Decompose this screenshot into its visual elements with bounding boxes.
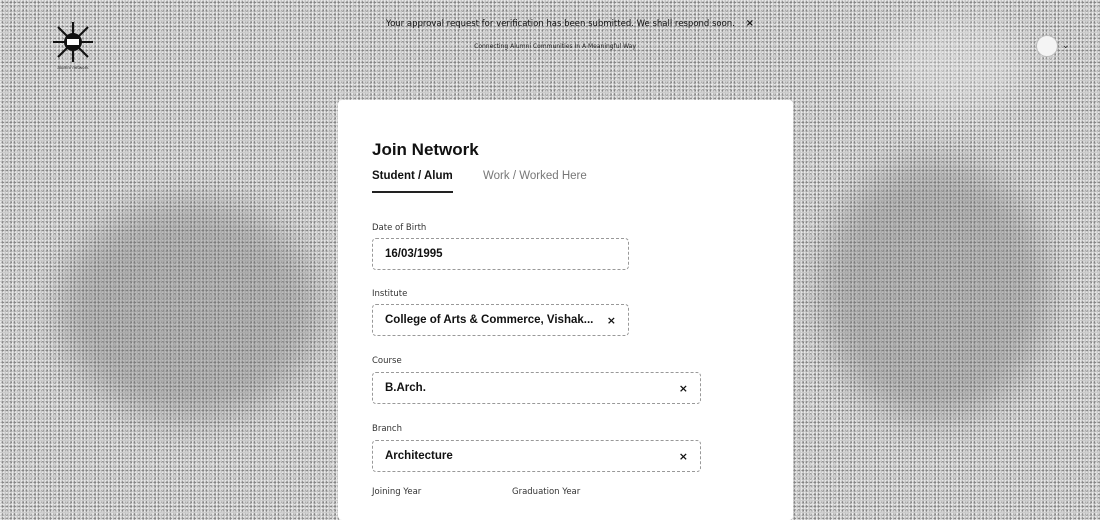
clear-branch-icon[interactable]: × <box>679 450 688 463</box>
course-label: Course <box>372 356 402 366</box>
starburst-logo-icon <box>53 22 93 62</box>
joining-year-label: Joining Year <box>372 487 422 497</box>
clear-institute-icon[interactable]: × <box>607 314 616 327</box>
banner-message: Your approval request for verification h… <box>386 19 735 29</box>
form-title: Join Network <box>372 140 479 159</box>
dob-field[interactable]: 16/03/1995 <box>372 238 629 270</box>
institute-field[interactable]: College of Arts & Commerce, Vishak... × <box>372 304 629 336</box>
chevron-down-icon: ⌄ <box>1062 41 1070 51</box>
join-network-card: Join Network Student / Alum Work / Worke… <box>338 100 793 520</box>
background-shade <box>820 160 1050 420</box>
course-field[interactable]: B.Arch. × <box>372 372 701 404</box>
site-logo[interactable]: alumni network <box>44 20 102 78</box>
branch-value: Architecture <box>385 450 453 462</box>
avatar <box>1036 35 1058 57</box>
background-shade <box>60 200 320 420</box>
course-value: B.Arch. <box>385 382 426 394</box>
dob-label: Date of Birth <box>372 223 427 233</box>
background-shade <box>880 20 1030 110</box>
tab-work-worked-here[interactable]: Work / Worked Here <box>483 170 587 182</box>
branch-label: Branch <box>372 424 402 434</box>
institute-label: Institute <box>372 289 408 299</box>
institute-value: College of Arts & Commerce, Vishak... <box>385 314 594 326</box>
graduation-year-label: Graduation Year <box>512 487 581 497</box>
notification-banner: Your approval request for verification h… <box>355 18 785 29</box>
logo-caption: alumni network <box>57 65 89 70</box>
site-tagline: Connecting Alumni Communities In A Meani… <box>474 43 636 50</box>
user-menu[interactable]: ⌄ <box>1036 35 1070 57</box>
dob-value: 16/03/1995 <box>385 248 443 260</box>
banner-close-icon[interactable]: × <box>746 18 754 29</box>
tab-student-alum[interactable]: Student / Alum <box>372 170 453 193</box>
branch-field[interactable]: Architecture × <box>372 440 701 472</box>
clear-course-icon[interactable]: × <box>679 382 688 395</box>
